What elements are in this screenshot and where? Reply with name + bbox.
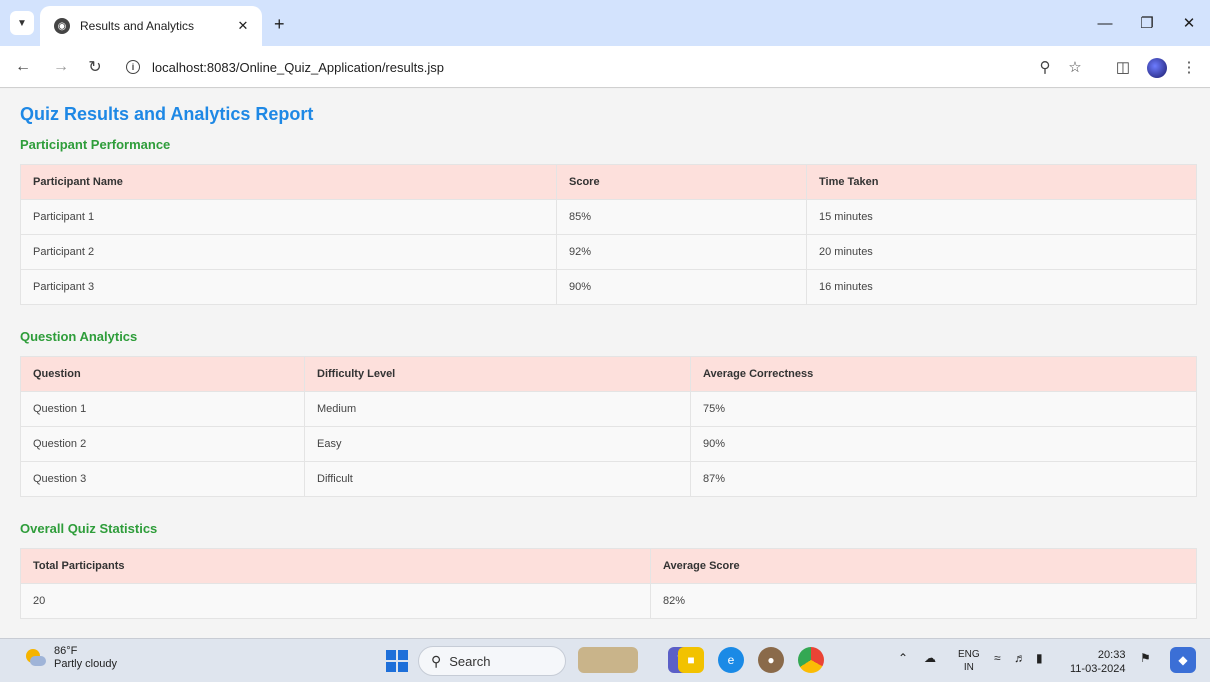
column-header: Question <box>20 356 305 392</box>
minimize-icon[interactable]: — <box>1084 0 1126 46</box>
table-row: Question 1 Medium 75% <box>20 391 1197 427</box>
table-cell: Question 2 <box>20 426 305 462</box>
close-window-icon[interactable]: ✕ <box>1168 0 1210 46</box>
table-header-row: Question Difficulty Level Average Correc… <box>20 356 1197 392</box>
browser-tabbar: ▼ ◉ Results and Analytics ✕ + — ❐ ✕ <box>0 0 1210 46</box>
table-cell: Participant 2 <box>20 234 557 270</box>
reload-icon[interactable]: ↻ <box>84 56 106 78</box>
info-icon[interactable]: i <box>126 60 140 74</box>
weather-description: Partly cloudy <box>54 658 117 670</box>
table-row: Participant 2 92% 20 minutes <box>20 234 1197 270</box>
table-cell: 15 minutes <box>806 199 1197 235</box>
table-cell: 82% <box>650 583 1197 619</box>
table-cell: Easy <box>304 426 691 462</box>
table-row: Question 2 Easy 90% <box>20 426 1197 462</box>
column-header: Average Correctness <box>690 356 1197 392</box>
url-text[interactable]: localhost:8083/Online_Quiz_Application/r… <box>152 60 444 75</box>
windows-taskbar: 86°F Partly cloudy ⚲ Search T <box>0 638 1210 682</box>
close-icon[interactable]: ✕ <box>234 18 252 34</box>
table-header-row: Participant Name Score Time Taken <box>20 164 1197 200</box>
search-label: Search <box>449 653 491 669</box>
address-bar[interactable]: i localhost:8083/Online_Quiz_Application… <box>118 52 1004 82</box>
section-title-participants: Participant Performance <box>20 137 171 152</box>
table-cell: 20 minutes <box>806 234 1197 270</box>
forward-arrow-icon[interactable]: → <box>50 56 72 78</box>
page-title: Quiz Results and Analytics Report <box>20 104 314 124</box>
browser-tab[interactable]: ◉ Results and Analytics ✕ <box>40 6 262 46</box>
star-icon[interactable]: ☆ <box>1064 56 1086 78</box>
taskbar-search[interactable]: ⚲ Search <box>418 646 566 676</box>
table-cell: Difficult <box>304 461 691 497</box>
back-arrow-icon[interactable]: ← <box>12 56 34 78</box>
zoom-icon[interactable]: ⚲ <box>1034 56 1056 78</box>
plus-icon[interactable]: + <box>274 14 285 35</box>
table-row: 20 82% <box>20 583 1197 619</box>
clock-date: 11-03-2024 <box>1070 663 1126 675</box>
table-cell: Participant 1 <box>20 199 557 235</box>
table-cell: Medium <box>304 391 691 427</box>
widgets-app-icon[interactable] <box>578 647 638 673</box>
lang-line2: IN <box>963 662 974 673</box>
chevron-down-icon[interactable]: ▼ <box>10 11 34 35</box>
table-cell: 90% <box>556 269 807 305</box>
column-header: Time Taken <box>806 164 1197 200</box>
column-header: Total Participants <box>20 548 651 584</box>
table-cell: Question 3 <box>20 461 305 497</box>
app-icon[interactable]: ● <box>758 647 784 673</box>
file-explorer-icon[interactable]: ■ <box>678 647 704 673</box>
wifi-icon[interactable]: ≈ <box>994 651 1001 665</box>
table-header-row: Total Participants Average Score <box>20 548 1197 584</box>
table-cell: 20 <box>20 583 651 619</box>
system-clock[interactable]: 20:33 11-03-2024 <box>1070 648 1125 676</box>
weather-temperature: 86°F <box>54 645 78 657</box>
column-header: Difficulty Level <box>304 356 691 392</box>
kebab-menu-icon[interactable]: ⋮ <box>1178 56 1200 78</box>
participant-performance-table: Participant Name Score Time Taken Partic… <box>20 164 1197 305</box>
table-row: Participant 1 85% 15 minutes <box>20 199 1197 235</box>
copilot-icon[interactable]: ◆ <box>1170 647 1196 673</box>
table-row: Question 3 Difficult 87% <box>20 461 1197 497</box>
browser-toolbar: ← → ↻ i localhost:8083/Online_Quiz_Appli… <box>0 46 1210 88</box>
chrome-icon[interactable] <box>798 647 824 673</box>
partly-cloudy-icon <box>24 647 46 669</box>
table-cell: 87% <box>690 461 1197 497</box>
table-cell: Question 1 <box>20 391 305 427</box>
restore-icon[interactable]: ❐ <box>1126 0 1168 46</box>
edge-browser-icon[interactable]: e <box>718 647 744 673</box>
windows-start-icon[interactable] <box>386 650 408 672</box>
search-icon: ⚲ <box>431 652 442 669</box>
clock-time: 20:33 <box>1097 649 1126 661</box>
profile-avatar[interactable] <box>1147 58 1167 78</box>
table-cell: 16 minutes <box>806 269 1197 305</box>
table-cell: 90% <box>690 426 1197 462</box>
chevron-up-icon[interactable]: ⌃ <box>898 651 908 665</box>
question-analytics-table: Question Difficulty Level Average Correc… <box>20 356 1197 497</box>
table-cell: 92% <box>556 234 807 270</box>
side-panel-icon[interactable]: ◫ <box>1112 56 1134 78</box>
section-title-questions: Question Analytics <box>20 329 138 344</box>
page-content: Quiz Results and Analytics Report Partic… <box>0 89 1210 638</box>
overall-statistics-table: Total Participants Average Score 20 82% <box>20 548 1197 619</box>
onedrive-icon[interactable]: ☁ <box>924 651 936 665</box>
table-row: Participant 3 90% 16 minutes <box>20 269 1197 305</box>
section-title-overall: Overall Quiz Statistics <box>20 521 158 536</box>
column-header: Average Score <box>650 548 1197 584</box>
language-indicator[interactable]: ENG IN <box>958 648 980 674</box>
column-header: Score <box>556 164 807 200</box>
window-controls: — ❐ ✕ <box>1084 0 1210 46</box>
globe-icon: ◉ <box>54 18 70 34</box>
tab-title: Results and Analytics <box>80 19 195 33</box>
volume-icon[interactable]: ♬ <box>1014 651 1026 665</box>
battery-icon[interactable]: ▮ <box>1036 651 1043 665</box>
weather-widget[interactable]: 86°F Partly cloudy <box>24 645 117 671</box>
table-cell: Participant 3 <box>20 269 557 305</box>
table-cell: 85% <box>556 199 807 235</box>
notification-bell-icon[interactable]: ⚑ <box>1140 651 1151 665</box>
table-cell: 75% <box>690 391 1197 427</box>
lang-line1: ENG <box>958 649 980 660</box>
column-header: Participant Name <box>20 164 557 200</box>
